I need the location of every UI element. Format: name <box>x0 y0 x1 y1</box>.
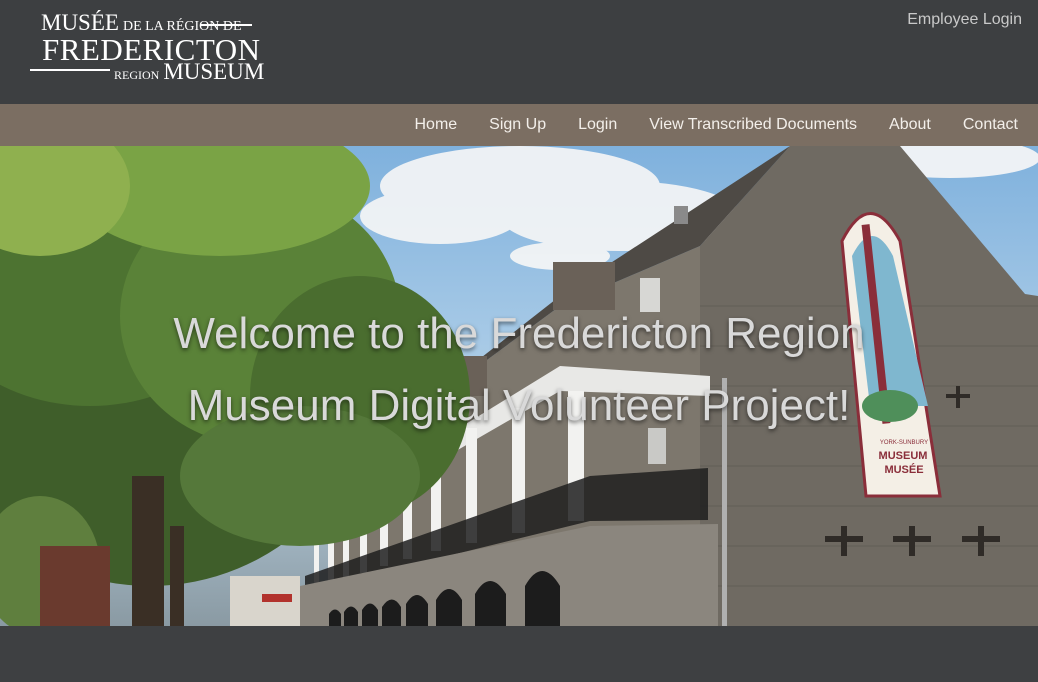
nav-sign-up[interactable]: Sign Up <box>473 116 562 134</box>
logo-line3-small: REGION <box>114 68 160 82</box>
employee-login-link[interactable]: Employee Login <box>907 11 1022 29</box>
hero-banner: YORK-SUNBURY MUSEUM MUSÉE Welcome to the… <box>0 146 1038 626</box>
footer-band <box>0 626 1038 682</box>
logo-line3-big: MUSEUM <box>163 59 265 84</box>
banner-line2: MUSEUM <box>879 450 928 462</box>
hero-title: Welcome to the Fredericton Region Museum… <box>173 309 865 430</box>
logo-rule-top <box>200 24 252 26</box>
top-header: MUSÉE DE LA RÉGION DE FREDERICTON REGION M… <box>0 0 1038 104</box>
nav-view-transcribed-documents[interactable]: View Transcribed Documents <box>633 116 873 134</box>
nav-home[interactable]: Home <box>398 116 473 134</box>
museum-logo[interactable]: MUSÉE DE LA RÉGION DE FREDERICTON REGION M… <box>28 8 264 88</box>
logo-rule-bottom <box>30 69 110 71</box>
nav-login[interactable]: Login <box>562 116 633 134</box>
nav-contact[interactable]: Contact <box>947 116 1034 134</box>
banner-line3: MUSÉE <box>884 463 923 476</box>
nav-about[interactable]: About <box>873 116 947 134</box>
nav-items: Home Sign Up Login View Transcribed Docu… <box>398 104 1034 146</box>
main-nav: Home Sign Up Login View Transcribed Docu… <box>0 104 1038 146</box>
